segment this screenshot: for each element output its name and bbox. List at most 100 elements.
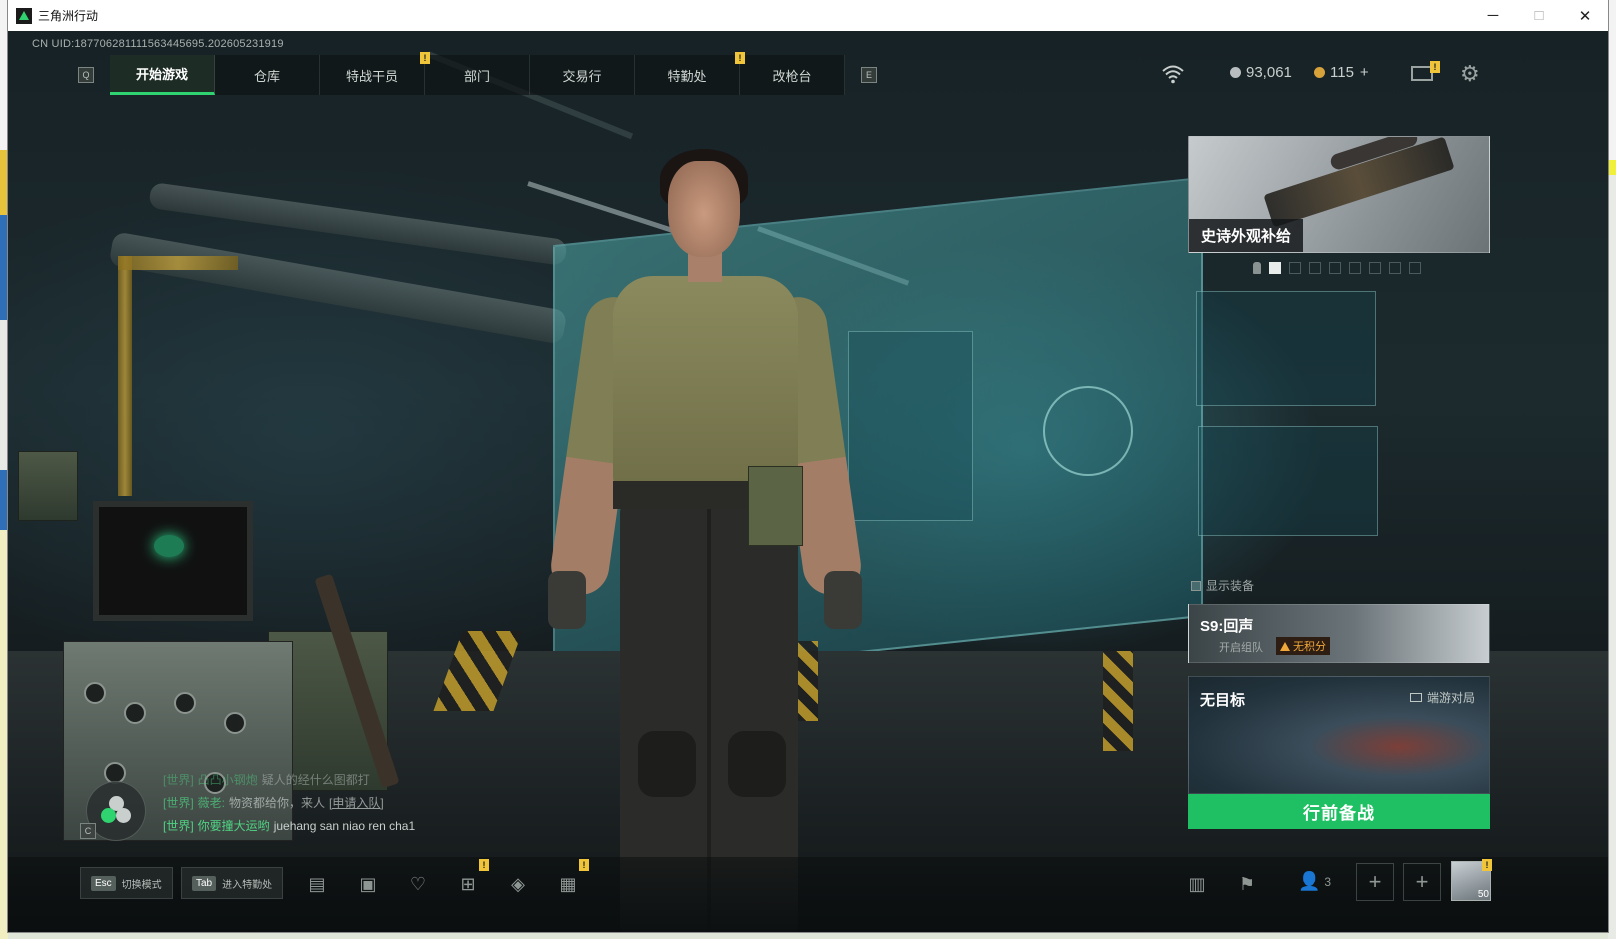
chat-message: [世界] 你要撞大运哟 juehang san niao ren cha1 <box>163 815 415 838</box>
wifi-icon <box>1162 65 1184 84</box>
chat-text: juehang san niao ren cha1 <box>273 819 416 833</box>
silver-amount: 93,061 <box>1246 64 1292 81</box>
radar-display <box>1043 386 1133 476</box>
character-pouch <box>748 466 803 546</box>
epic-supply-title: 史诗外观补给 <box>1189 219 1304 252</box>
heart-shield-icon[interactable]: ♡ <box>405 871 431 897</box>
mail-icon[interactable]: ! <box>1411 61 1440 81</box>
carousel-dot[interactable] <box>1389 262 1401 274</box>
yellow-pipe <box>118 256 132 496</box>
carousel-dot[interactable] <box>1409 262 1421 274</box>
add-teammate-button[interactable]: + <box>1356 863 1394 901</box>
friends-icon: 👤 <box>1298 871 1321 891</box>
radio-knob <box>84 682 106 704</box>
flag-icon[interactable]: ⚑ <box>1234 871 1260 897</box>
chat-bubble-icon[interactable]: ▤ <box>304 871 330 897</box>
chat-text: 疑人的经什么图都打 <box>261 773 370 787</box>
tab-operators-label: 特战干员 <box>345 68 398 84</box>
close-button[interactable]: ✕ <box>1562 0 1608 31</box>
character-glove <box>824 571 862 629</box>
chat-log: [世界] 凸凸小钢炮 疑人的经什么图都打 [世界] 薇老: 物资都给你，来人 [申请入队]… <box>163 769 415 838</box>
radio-knob <box>224 712 246 734</box>
gift-box-icon[interactable]: ▣ <box>355 871 381 897</box>
friends-count: 3 <box>1324 874 1332 889</box>
gold-coin-icon <box>1314 67 1325 78</box>
voice-circle-icon <box>116 808 131 823</box>
key-tab: Tab <box>192 875 217 891</box>
chat-message: [世界] 凸凸小钢炮 疑人的经什么图都打 <box>163 769 415 792</box>
chat-key-hint[interactable]: C <box>80 823 96 839</box>
shop-cart-icon[interactable]: ⊞ ! <box>455 859 489 897</box>
tab-special-ops[interactable]: 特勤处 ! <box>635 52 745 95</box>
gold-amount: 115 <box>1330 64 1354 81</box>
silver-currency: 93,061 <box>1230 64 1292 81</box>
gold-currency[interactable]: 115 + <box>1314 64 1369 81</box>
add-teammate-button[interactable]: + <box>1403 863 1441 901</box>
nav-next-key-hint[interactable]: E <box>861 67 877 83</box>
carousel-dot[interactable] <box>1329 262 1341 274</box>
chat-sender[interactable]: 你要撞大运哟 <box>198 819 270 833</box>
tab-special-ops-label: 特勤处 <box>667 68 707 84</box>
tab-start-game[interactable]: 开始游戏 <box>110 55 215 95</box>
top-navigation: Q 开始游戏 仓库 特战干员 ! 部门 交易行 特勤处 ! 改枪台 E <box>78 52 877 95</box>
notification-badge: ! <box>479 859 489 871</box>
radio-knob <box>124 702 146 724</box>
join-team-link[interactable]: [申请入队] <box>329 796 384 810</box>
desktop-background-right <box>1608 0 1616 939</box>
player-avatar[interactable]: ! 50 <box>1451 859 1492 901</box>
stats-chart-icon[interactable]: ▥ <box>1184 871 1210 897</box>
tab-gunsmith[interactable]: 改枪台 <box>740 55 845 95</box>
map-select-card[interactable]: 无目标 端游对局 <box>1188 676 1490 794</box>
add-currency-icon[interactable]: + <box>1360 64 1369 81</box>
epic-supply-card[interactable]: 史诗外观补给 <box>1188 136 1490 253</box>
season-subtitle: 开启组队 <box>1219 642 1263 654</box>
chat-channel: [世界] <box>163 773 194 787</box>
warning-icon <box>1280 641 1290 651</box>
tab-operators[interactable]: 特战干员 ! <box>320 52 430 95</box>
map-title: 无目标 <box>1200 692 1246 709</box>
player-level: 50 <box>1477 889 1489 900</box>
carousel-dot[interactable] <box>1309 262 1321 274</box>
battle-pass-icon[interactable]: ◈ <box>505 871 531 897</box>
switch-mode-hint[interactable]: Esc 切换模式 <box>80 867 173 899</box>
notification-badge: ! <box>579 859 589 871</box>
tab-trading[interactable]: 交易行 <box>530 55 635 95</box>
nav-prev-key-hint[interactable]: Q <box>78 67 94 83</box>
carousel-dot[interactable] <box>1369 262 1381 274</box>
carousel-dot[interactable] <box>1349 262 1361 274</box>
chat-sender[interactable]: 凸凸小钢炮 <box>198 773 258 787</box>
notification-badge: ! <box>1482 859 1492 871</box>
hologram-panel <box>1196 291 1376 406</box>
monitor-icon <box>1409 693 1422 702</box>
show-gear-toggle[interactable]: 显示装备 <box>1191 577 1254 594</box>
chat-sender[interactable]: 薇老: <box>198 796 225 810</box>
season-title: S9:回声 <box>1200 618 1254 635</box>
maximize-button[interactable]: □ <box>1516 0 1562 31</box>
tab-department[interactable]: 部门 <box>425 55 530 95</box>
operator-character <box>528 121 888 932</box>
chat-channel: [世界] <box>163 819 194 833</box>
window-title: 三角洲行动 <box>38 9 99 23</box>
tab-warehouse[interactable]: 仓库 <box>215 55 320 95</box>
character-torso <box>613 276 798 491</box>
desktop-background-left <box>0 0 8 939</box>
chat-channel: [世界] <box>163 796 194 810</box>
character-glove <box>548 571 586 629</box>
carousel-dot-active[interactable] <box>1269 262 1281 274</box>
calendar-icon[interactable]: ▦ ! <box>555 859 589 897</box>
friends-button[interactable]: 👤 3 <box>1298 871 1331 892</box>
map-mode: 端游对局 <box>1409 689 1475 706</box>
enter-special-ops-hint[interactable]: Tab 进入特勤处 <box>181 867 284 899</box>
hologram-panel <box>1198 426 1378 536</box>
yellow-pipe <box>118 256 238 270</box>
prepare-deploy-button[interactable]: 行前备战 <box>1188 794 1490 829</box>
season-card[interactable]: S9:回声 开启组队 无积分 <box>1188 604 1490 663</box>
map-mode-label: 端游对局 <box>1426 691 1475 705</box>
carousel-dot[interactable] <box>1289 262 1301 274</box>
window-controls: ─ □ ✕ <box>1470 0 1608 31</box>
character-knee-pad <box>638 731 696 797</box>
nav-tabs: 开始游戏 仓库 特战干员 ! 部门 交易行 特勤处 ! 改枪台 <box>110 52 845 95</box>
show-gear-checkbox[interactable] <box>1191 580 1201 591</box>
minimize-button[interactable]: ─ <box>1470 0 1516 31</box>
gear-icon[interactable]: ⚙ <box>1460 63 1482 85</box>
